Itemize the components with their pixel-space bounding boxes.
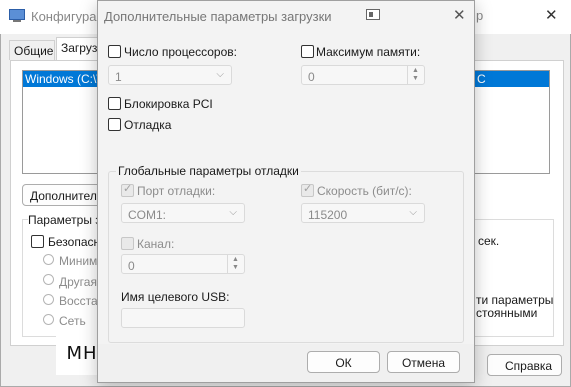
- baud-rate-checkbox[interactable]: [301, 182, 314, 197]
- cancel-button-label: Отмена: [401, 356, 446, 370]
- debug-label: Отладка: [124, 118, 172, 132]
- help-button[interactable]: Справка: [487, 354, 562, 376]
- debug-port-value: COM1:: [128, 208, 167, 222]
- channel-value: 0: [128, 259, 135, 273]
- spin-up-icon[interactable]: ▲: [412, 67, 419, 74]
- ok-button-label: ОК: [335, 356, 352, 370]
- safe-boot-label: Безопасн: [48, 235, 101, 249]
- usb-target-label: Имя целевого USB:: [121, 290, 230, 304]
- close-icon[interactable]: ✕: [545, 6, 558, 24]
- cancel-button[interactable]: Отмена: [387, 351, 460, 373]
- max-memory-label: Максимум памяти:: [316, 45, 421, 59]
- pci-lock-checkbox[interactable]: [108, 97, 121, 110]
- help-button-label: Справка: [505, 359, 553, 373]
- advanced-options-button[interactable]: Дополнител: [22, 184, 102, 206]
- radio-network[interactable]: [43, 314, 54, 325]
- system-config-title: Конфигурац: [31, 9, 104, 24]
- channel-stepper[interactable]: 0 ▲ ▼: [121, 254, 245, 274]
- radio-network-label: Сеть: [59, 314, 86, 328]
- boot-entry-label: Windows (C:\W: [25, 72, 108, 86]
- usb-target-input[interactable]: [121, 308, 245, 328]
- spin-down-icon[interactable]: ▼: [232, 264, 239, 271]
- max-memory-value: 0: [308, 70, 315, 84]
- spin-up-icon[interactable]: ▲: [232, 256, 239, 263]
- max-memory-checkbox[interactable]: [301, 45, 314, 58]
- baud-rate-select[interactable]: 115200 ⌵: [301, 203, 425, 223]
- chevron-down-icon: ⌵: [229, 207, 237, 218]
- spin-down-icon[interactable]: ▼: [412, 75, 419, 82]
- num-processors-select[interactable]: 1 ⌵: [108, 65, 232, 85]
- timeout-unit: сек.: [478, 234, 500, 248]
- baud-rate-label: Скорость (бит/с):: [317, 184, 412, 198]
- baud-rate-value: 115200: [308, 208, 348, 222]
- debug-port-checkbox[interactable]: [121, 182, 134, 197]
- num-processors-checkbox[interactable]: [108, 45, 121, 58]
- boot-entry-label-right: C: [477, 72, 486, 86]
- radio-repair[interactable]: [43, 294, 54, 305]
- advanced-options-label: Дополнител: [30, 189, 97, 203]
- safe-boot-checkbox[interactable]: [31, 235, 44, 248]
- num-processors-label: Число процессоров:: [124, 45, 237, 59]
- debug-port-select[interactable]: COM1: ⌵: [121, 203, 245, 223]
- global-debug-label: Глобальные параметры отладки: [116, 164, 301, 178]
- max-memory-stepper[interactable]: 0 ▲ ▼: [301, 65, 425, 85]
- pci-lock-label: Блокировка PCI: [124, 97, 213, 111]
- chevron-down-icon: ⌵: [409, 207, 417, 218]
- system-config-app-icon: [9, 9, 25, 23]
- boot-options-label: Параметры з: [28, 213, 103, 227]
- keyboard-layout-icon: [366, 9, 380, 20]
- debug-port-label: Порт отладки:: [137, 184, 216, 198]
- dialog-title: Дополнительные параметры загрузки: [104, 9, 332, 24]
- radio-alternate[interactable]: [43, 274, 54, 285]
- persist-text-1: ти параметры: [476, 293, 554, 307]
- num-processors-value: 1: [115, 70, 122, 84]
- channel-spinner[interactable]: ▲ ▼: [227, 255, 244, 273]
- channel-label: Канал:: [137, 237, 175, 251]
- persist-text-2: стоянными: [476, 306, 538, 320]
- tab-general[interactable]: Общие: [9, 40, 55, 60]
- radio-alternate-label: Другая: [59, 275, 97, 289]
- debug-checkbox[interactable]: [108, 118, 121, 131]
- radio-minimal[interactable]: [43, 254, 54, 265]
- channel-checkbox[interactable]: [121, 237, 134, 250]
- dialog-close-icon[interactable]: ✕: [453, 6, 466, 24]
- system-config-title-suffix: р: [476, 8, 484, 23]
- chevron-down-icon: ⌵: [216, 69, 224, 80]
- max-memory-spinner[interactable]: ▲ ▼: [407, 66, 424, 84]
- ok-button[interactable]: ОК: [307, 351, 380, 373]
